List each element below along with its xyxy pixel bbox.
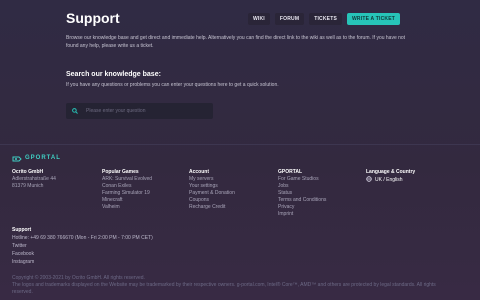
tickets-button[interactable]: TICKETS bbox=[309, 13, 343, 25]
company-name: Ocrito GmbH bbox=[12, 169, 44, 175]
logo-text: GPORTAL bbox=[25, 155, 61, 161]
game-link[interactable]: ARK: Survival Evolved bbox=[102, 176, 152, 183]
popular-games-title: Popular Games bbox=[102, 169, 139, 175]
legal-notice: Copyright © 2003-2021 by Ocrito GmbH. Al… bbox=[12, 275, 452, 296]
gportal-title: GPORTAL bbox=[278, 169, 303, 175]
account-link[interactable]: Coupons bbox=[189, 197, 235, 204]
account-link[interactable]: Payment & Donation bbox=[189, 190, 235, 197]
trademark-text: The logos and trademarks displayed on th… bbox=[12, 282, 436, 295]
language-value: UK / English bbox=[375, 177, 403, 183]
company-street: Adlerstrahstraße 44 bbox=[12, 176, 56, 182]
knowledge-base-title: Search our knowledge base: bbox=[66, 71, 161, 78]
game-link[interactable]: Farming Simulator 19 bbox=[102, 190, 152, 197]
game-link[interactable]: Conan Exiles bbox=[102, 183, 152, 190]
gportal-link[interactable]: Privacy bbox=[278, 204, 326, 211]
gportal-link[interactable]: For Game Studios bbox=[278, 176, 326, 183]
gportal-link[interactable]: Imprint bbox=[278, 211, 326, 218]
popular-games-column: Popular Games ARK: Survival Evolved Cona… bbox=[102, 169, 152, 211]
write-ticket-button[interactable]: WRITE A TICKET bbox=[347, 13, 400, 25]
search-box bbox=[66, 103, 213, 119]
support-title: Support bbox=[12, 227, 32, 233]
account-column: Account My servers Your settings Payment… bbox=[189, 169, 235, 211]
gportal-link[interactable]: Status bbox=[278, 190, 326, 197]
search-input[interactable] bbox=[84, 107, 208, 115]
gportal-link[interactable]: Jobs bbox=[278, 183, 326, 190]
game-link[interactable]: Valheim bbox=[102, 204, 152, 211]
footer-divider bbox=[0, 144, 480, 145]
language-column: Language & Country UK / English bbox=[366, 169, 415, 185]
account-link[interactable]: My servers bbox=[189, 176, 235, 183]
wiki-button[interactable]: WIKI bbox=[247, 13, 270, 25]
game-link[interactable]: Minecraft bbox=[102, 197, 152, 204]
globe-icon bbox=[366, 176, 372, 185]
knowledge-base-subtitle: If you have any questions or problems yo… bbox=[66, 82, 279, 88]
gportal-column: GPORTAL For Game Studios Jobs Status Ter… bbox=[278, 169, 326, 218]
language-title: Language & Country bbox=[366, 169, 416, 175]
intro-text: Browse our knowledge base and get direct… bbox=[66, 35, 406, 49]
forum-button[interactable]: FORUM bbox=[274, 13, 305, 25]
gportal-logo[interactable]: GPORTAL bbox=[12, 149, 61, 167]
instagram-link[interactable]: Instagram bbox=[12, 258, 153, 266]
company-info: Ocrito GmbH Adlerstrahstraße 44 81379 Mu… bbox=[12, 169, 56, 190]
support-section: Support Hotline: +49 69 380 766670 (Mon … bbox=[12, 226, 153, 266]
support-nav: WIKI FORUM TICKETS WRITE A TICKET bbox=[247, 13, 400, 25]
company-city: 81379 Munich bbox=[12, 183, 44, 189]
page-title: Support bbox=[66, 10, 120, 26]
twitter-link[interactable]: Twitter bbox=[12, 242, 153, 250]
copyright-text: Copyright © 2003-2021 by Ocrito GmbH. Al… bbox=[12, 275, 145, 281]
account-link[interactable]: Your settings bbox=[189, 183, 235, 190]
account-link[interactable]: Recharge Credit bbox=[189, 204, 235, 211]
hotline-text: Hotline: +49 69 380 766670 (Mon - Fri 2:… bbox=[12, 235, 153, 241]
facebook-link[interactable]: Facebook bbox=[12, 250, 153, 258]
search-icon bbox=[72, 108, 78, 114]
language-selector[interactable]: UK / English bbox=[366, 176, 415, 185]
gportal-logo-icon bbox=[12, 149, 22, 167]
gportal-link[interactable]: Terms and Conditions bbox=[278, 197, 326, 204]
account-title: Account bbox=[189, 169, 209, 175]
